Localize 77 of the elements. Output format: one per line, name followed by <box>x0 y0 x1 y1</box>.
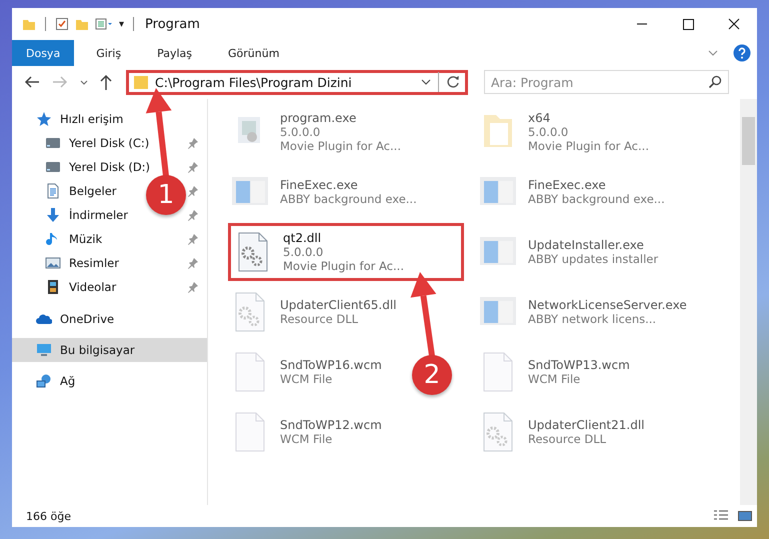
scrollbar-thumb[interactable] <box>742 117 755 165</box>
file-detail: WCM File <box>280 372 334 386</box>
pin-icon[interactable] <box>187 185 199 197</box>
file-detail: ABBY network licens... <box>528 312 658 326</box>
sidebar-item[interactable]: Müzik <box>12 227 110 251</box>
large-icons-view-icon[interactable] <box>737 509 753 523</box>
ribbon-tab[interactable]: Giriş <box>82 40 136 66</box>
file-name[interactable]: UpdaterClient21.dll <box>528 418 645 432</box>
address-path: C:\Program Files\Program Dizini <box>155 74 353 90</box>
pin-icon[interactable] <box>187 161 199 173</box>
folder-icon[interactable] <box>22 17 36 31</box>
sidebar-item[interactable]: Yerel Disk (C:) <box>12 131 158 155</box>
ribbon-tab[interactable]: Paylaş <box>143 40 206 66</box>
film-icon <box>45 279 61 295</box>
file-name[interactable]: FineExec.exe <box>280 178 417 192</box>
sidebar-item[interactable]: OneDrive <box>12 307 122 331</box>
sidebar-item[interactable]: Belgeler <box>12 179 125 203</box>
pin-icon[interactable] <box>187 209 199 221</box>
ribbon-tab[interactable]: Görünüm <box>214 40 294 66</box>
search-field[interactable]: Ara: Program <box>484 70 729 94</box>
customize-toolbar-button[interactable]: ▾ <box>119 18 124 30</box>
file-name[interactable]: UpdateInstaller.exe <box>528 238 658 252</box>
folder-icon[interactable] <box>75 17 89 31</box>
file-detail: 5.0.0.0 <box>528 125 570 139</box>
pin-icon[interactable] <box>187 257 199 269</box>
pin-icon[interactable] <box>187 233 199 245</box>
file-name[interactable]: NetworkLicenseServer.exe <box>528 298 687 312</box>
drive-icon <box>45 159 61 175</box>
sidebar-item[interactable]: Resimler <box>12 251 127 275</box>
file-detail: ABBY background exe... <box>528 192 665 206</box>
sidebar-item[interactable]: Videolar <box>12 275 124 299</box>
forward-arrow-icon[interactable] <box>50 74 70 90</box>
sidebar-item[interactable]: İndirmeler <box>12 203 136 227</box>
checklist-icon[interactable] <box>55 17 69 31</box>
item-count: 166 öğe <box>26 510 71 522</box>
file-detail: 5.0.0.0 <box>283 245 324 259</box>
pin-icon[interactable] <box>187 281 199 293</box>
file-name[interactable]: qt2.dll <box>283 231 404 245</box>
picture-icon <box>45 255 61 271</box>
file-detail: Resource DLL <box>280 312 360 326</box>
back-arrow-icon[interactable] <box>22 74 42 90</box>
file-name[interactable]: SndToWP12.wcm <box>280 418 382 432</box>
network-icon <box>36 373 52 389</box>
pin-icon[interactable] <box>187 137 199 149</box>
drive-icon <box>45 135 61 151</box>
document-icon <box>45 183 61 199</box>
window-title: Program <box>145 16 200 32</box>
file-name[interactable]: UpdaterClient65.dll <box>280 298 397 312</box>
sidebar-item[interactable]: Ağ <box>12 369 84 393</box>
search-icon[interactable] <box>708 75 722 89</box>
computer-icon <box>36 342 52 358</box>
address-bar[interactable]: C:\Program Files\Program Dizini <box>126 70 468 94</box>
file-name[interactable]: FineExec.exe <box>528 178 665 192</box>
file-name[interactable]: x64 <box>528 111 649 125</box>
file-name[interactable]: program.exe <box>280 111 401 125</box>
file-name[interactable]: SndToWP16.wcm <box>280 358 382 372</box>
file-detail: WCM File <box>280 432 334 446</box>
refresh-icon[interactable] <box>445 74 461 90</box>
download-arrow-icon <box>45 207 61 223</box>
file-detail: Resource DLL <box>528 432 608 446</box>
properties-icon[interactable] <box>95 17 113 31</box>
help-icon[interactable] <box>733 44 751 62</box>
folder-icon <box>133 74 149 90</box>
star-icon <box>36 111 52 127</box>
file-detail: Movie Plugin for Ac... <box>283 259 404 273</box>
sidebar-item[interactable]: Bu bilgisayar <box>12 338 207 362</box>
file-detail: ABBY updates installer <box>528 252 658 266</box>
file-detail: 5.0.0.0 <box>280 125 322 139</box>
file-detail: Movie Plugin for Ac... <box>528 139 649 153</box>
ribbon-tab[interactable]: Dosya <box>12 40 74 66</box>
scrollbar[interactable] <box>740 99 757 505</box>
file-detail: WCM File <box>528 372 582 386</box>
file-detail: ABBY background exe... <box>280 192 417 206</box>
file-name[interactable]: SndToWP13.wcm <box>528 358 630 372</box>
file-detail: Movie Plugin for Ac... <box>280 139 401 153</box>
sidebar-item[interactable]: Hızlı erişim <box>12 107 132 131</box>
up-arrow-icon[interactable] <box>98 73 114 91</box>
